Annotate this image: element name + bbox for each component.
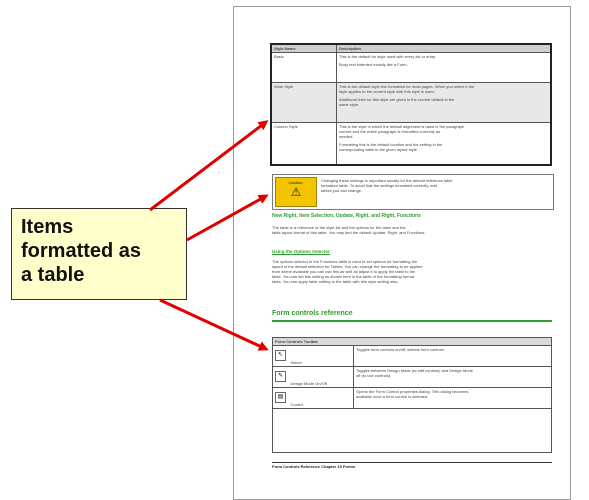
form-controls-table: Form Controls Toolbar ↖ Select Toggles f… (272, 337, 552, 453)
control-icon: ▤ (275, 392, 286, 404)
table-header-cell: Form Controls Toolbar (272, 337, 552, 346)
control-description: Toggles between Design Mode (to edit con… (353, 366, 552, 388)
section-heading: New Right, Item Selection, Update, Right… (272, 213, 421, 219)
style-table: Style Name Description Basic This is the… (270, 43, 552, 166)
table-row: Column Style This is the style in which … (270, 122, 552, 165)
body-text: table layout format of this table. You m… (272, 230, 426, 235)
footer-rule (272, 462, 552, 463)
callout-line: Items (21, 216, 74, 238)
page-footer: Form Controls Reference Chapter 15 Forms (272, 464, 356, 469)
table-row: ▤ Control Opens the Form Control propert… (272, 387, 552, 409)
row-name: Basic (270, 52, 337, 83)
control-description: Toggles form controls on/off; selects fo… (353, 345, 552, 367)
caution-text: tables you can change. (321, 188, 363, 193)
heading-rule (272, 320, 552, 322)
control-cell: ✎ Design Mode On/Off (272, 366, 354, 388)
design-mode-icon: ✎ (275, 371, 286, 383)
document-page: Style Name Description Basic This is the… (233, 6, 571, 500)
control-description: Opens the Form Control properties dialog… (353, 387, 552, 409)
row-description: This is the default style line formatted… (336, 82, 552, 123)
table-row: ✎ Design Mode On/Off Toggles between Des… (272, 366, 552, 388)
warning-icon: ⚠ (290, 185, 302, 199)
row-name: Column Style (270, 122, 337, 165)
control-cell: ↖ Select (272, 345, 354, 367)
row-description: This is the style in which the default a… (336, 122, 552, 165)
table-header-cell: Description (336, 43, 552, 53)
subsection-heading: Using the Options Selector (272, 249, 330, 254)
caution-label-box: Caution: ⚠ (275, 177, 317, 207)
row-name: Wide Style (270, 82, 337, 123)
control-name: Select (290, 360, 302, 365)
callout-line: formatted as (21, 240, 142, 262)
control-name: Design Mode On/Off (290, 381, 327, 386)
body-text: table. You can apply table setting to th… (272, 279, 399, 284)
table-row: Basic This is the default for style used… (270, 52, 552, 83)
callout-box: Items formatted as a table (11, 208, 187, 300)
table-row-empty (272, 408, 552, 453)
select-icon: ↖ (275, 350, 286, 362)
control-cell: ▤ Control (272, 387, 354, 409)
table-row: Wide Style This is the default style lin… (270, 82, 552, 123)
control-name: Control (290, 402, 304, 407)
table-row: ↖ Select Toggles form controls on/off; s… (272, 345, 552, 367)
table-header-cell: Style Name (270, 43, 337, 53)
callout-line: a table (21, 264, 85, 286)
row-description: This is the default for style used with … (336, 52, 552, 83)
section-heading: Form controls reference (272, 310, 353, 317)
caution-box: Caution: ⚠ Changing these settings is im… (272, 174, 554, 210)
